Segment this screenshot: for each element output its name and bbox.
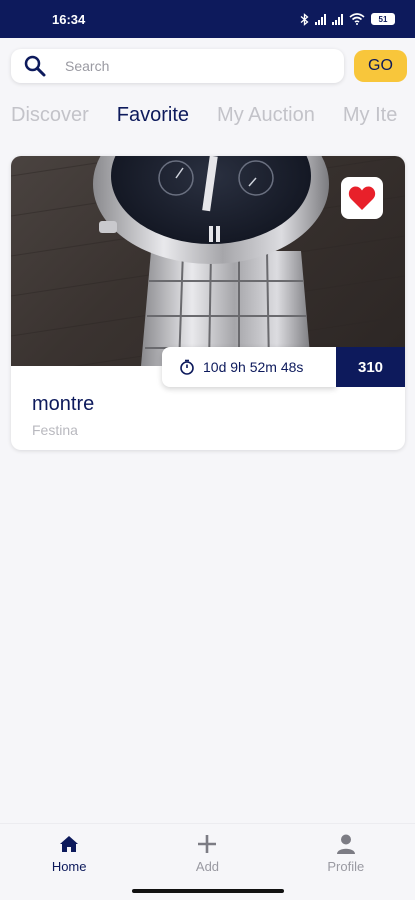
status-time: 16:34 bbox=[52, 11, 86, 27]
user-icon bbox=[336, 834, 355, 854]
status-bar: 16:34 51 bbox=[0, 0, 415, 38]
status-icons: 51 bbox=[300, 12, 395, 26]
battery-level: 51 bbox=[378, 14, 388, 24]
bid-count: 310 bbox=[336, 347, 405, 387]
nav-profile[interactable]: Profile bbox=[296, 833, 396, 874]
go-button[interactable]: GO bbox=[354, 50, 407, 82]
battery-icon: 51 bbox=[371, 13, 395, 25]
heart-icon bbox=[348, 186, 376, 210]
auction-card[interactable]: 10d 9h 52m 48s 310 montre Festina bbox=[11, 156, 405, 450]
search-row: GO bbox=[11, 49, 407, 83]
item-photo bbox=[11, 156, 405, 366]
tab-my-auction[interactable]: My Auction bbox=[217, 104, 315, 134]
signal-icon-2 bbox=[332, 13, 343, 25]
home-indicator bbox=[132, 889, 284, 893]
tab-my-items[interactable]: My Ite bbox=[343, 104, 397, 134]
plus-icon bbox=[198, 835, 217, 853]
tab-favorite[interactable]: Favorite bbox=[117, 104, 189, 134]
nav-profile-label: Profile bbox=[327, 859, 365, 874]
bluetooth-icon bbox=[300, 12, 309, 26]
tab-bar: Discover Favorite My Auction My Ite bbox=[11, 104, 415, 134]
search-input[interactable] bbox=[65, 58, 285, 74]
bottom-nav: Home Add Profile bbox=[0, 823, 415, 883]
home-icon bbox=[60, 836, 79, 852]
signal-icon bbox=[315, 13, 326, 25]
stopwatch-icon bbox=[180, 359, 194, 375]
nav-add[interactable]: Add bbox=[157, 833, 257, 874]
item-brand: Festina bbox=[32, 422, 78, 438]
favorite-button[interactable] bbox=[341, 177, 383, 219]
nav-add-label: Add bbox=[195, 859, 220, 874]
countdown-text: 10d 9h 52m 48s bbox=[203, 359, 304, 375]
countdown-timer: 10d 9h 52m 48s bbox=[162, 347, 336, 387]
search-box[interactable] bbox=[11, 49, 344, 83]
search-icon bbox=[24, 55, 46, 77]
nav-home[interactable]: Home bbox=[19, 833, 119, 874]
item-title: montre bbox=[32, 393, 95, 415]
tab-discover[interactable]: Discover bbox=[11, 104, 89, 134]
nav-home-label: Home bbox=[51, 859, 87, 874]
wifi-icon bbox=[349, 13, 365, 25]
